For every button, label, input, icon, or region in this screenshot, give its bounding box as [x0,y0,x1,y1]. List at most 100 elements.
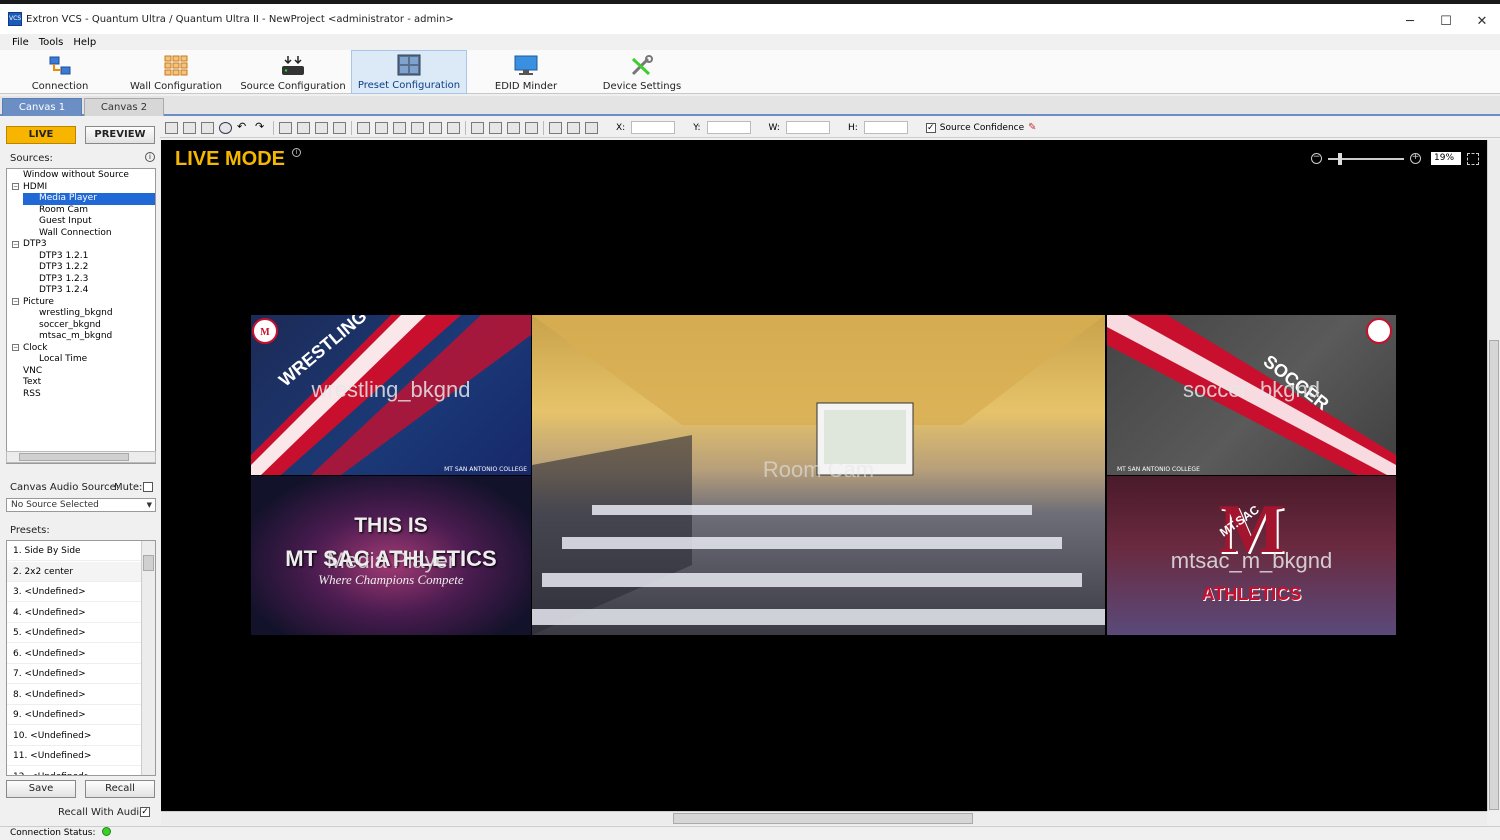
align-top-icon[interactable] [357,121,370,134]
menu-tools[interactable]: Tools [39,37,64,48]
align-center-icon[interactable] [429,121,442,134]
recall-button[interactable]: Recall [85,780,155,798]
audio-source-dropdown[interactable]: No Source Selected ▼ [6,498,156,512]
canvas-vertical-scrollbar[interactable] [1487,140,1500,811]
tree-item-wrestling-bkgnd[interactable]: wrestling_bkgnd [39,308,113,320]
preset-item-7[interactable]: 7. <Undefined> [7,664,141,684]
center-vertical-icon[interactable] [525,121,538,134]
preset-item-8[interactable]: 8. <Undefined> [7,685,141,705]
ribbon-edid-minder-button[interactable]: EDID Minder [484,50,568,94]
align-right-icon[interactable] [447,121,460,134]
tree-item-dtp3[interactable]: DTP3 [23,239,47,251]
tree-item-clock[interactable]: Clock [23,343,47,355]
tree-item-dtp3-1-2-4[interactable]: DTP3 1.2.4 [39,285,88,297]
window-soccer-bkgnd[interactable]: SOCCER MT SAN ANTONIO COLLEGE soccer_bkg… [1107,315,1396,475]
canvas-horizontal-scrollbar[interactable] [161,811,1487,825]
live-button[interactable]: LIVE [6,126,76,144]
tree-item-text[interactable]: Text [23,377,41,389]
preset-item-9[interactable]: 9. <Undefined> [7,705,141,725]
brush-icon[interactable]: ✎ [1028,122,1036,133]
tree-item-guest-input[interactable]: Guest Input [39,216,92,228]
minimize-icon[interactable]: ─ [1392,8,1428,34]
tree-item-room-cam[interactable]: Room Cam [39,205,88,217]
window-media-player[interactable]: THIS IS MT SAC ATHLETICS Where Champions… [251,476,531,635]
send-backward-icon[interactable] [315,121,328,134]
close-icon[interactable]: ✕ [1464,8,1500,34]
ribbon-source-configuration-button[interactable]: Source Configuration [238,50,348,94]
preset-item-3[interactable]: 3. <Undefined> [7,582,141,602]
tree-item-hdmi[interactable]: HDMI [23,182,47,194]
tree-collapse-clock-icon[interactable]: − [12,344,19,351]
live-mode-info-icon[interactable]: i [292,148,301,157]
zoom-level[interactable]: 19% [1431,152,1461,165]
canvas-horizontal-scroll-thumb[interactable] [673,813,973,824]
ribbon-wall-configuration-button[interactable]: Wall Configuration [128,50,224,94]
recall-with-audio-checkbox[interactable]: ✓ [140,807,150,817]
menu-file[interactable]: File [12,37,29,48]
zoom-slider[interactable] [1328,152,1404,165]
size-both-icon[interactable] [585,121,598,134]
bring-front-icon[interactable] [279,121,292,134]
tree-item-wall-connection[interactable]: Wall Connection [39,228,112,240]
tree-item-picture[interactable]: Picture [23,297,54,309]
tab-canvas-1[interactable]: Canvas 1 [2,98,82,116]
tree-item-dtp3-1-2-2[interactable]: DTP3 1.2.2 [39,262,88,274]
window-wrestling-bkgnd[interactable]: M WRESTLING MT SAN ANTONIO COLLEGE wrest… [251,315,531,475]
zoom-in-icon[interactable]: + [1410,153,1421,164]
tree-item-media-player[interactable]: Media Player [23,193,155,205]
source-confidence-checkbox[interactable]: ✓ [925,122,936,133]
sources-scroll-thumb[interactable] [19,453,129,461]
ribbon-connection-button[interactable]: Connection [20,50,100,94]
window-room-cam[interactable]: Room Cam [532,315,1105,635]
save-button[interactable]: Save [6,780,76,798]
info-icon[interactable] [219,121,232,134]
zoom-out-icon[interactable]: − [1311,153,1322,164]
menu-help[interactable]: Help [73,37,96,48]
preset-item-11[interactable]: 11. <Undefined> [7,746,141,766]
align-bottom-icon[interactable] [393,121,406,134]
tree-collapse-picture-icon[interactable]: − [12,298,19,305]
presets-scrollbar[interactable] [141,541,155,775]
fit-to-screen-icon[interactable] [1467,152,1479,165]
ribbon-device-settings-button[interactable]: Device Settings [598,50,686,94]
x-input[interactable] [631,121,676,134]
distribute-horizontal-icon[interactable] [471,121,484,134]
preset-item-4[interactable]: 4. <Undefined> [7,603,141,623]
grid-list-icon[interactable] [201,121,214,134]
preview-button[interactable]: PREVIEW [85,126,155,144]
tree-item-vnc[interactable]: VNC [23,366,42,378]
preset-item-5[interactable]: 5. <Undefined> [7,623,141,643]
maximize-icon[interactable]: ☐ [1428,8,1464,34]
zoom-slider-thumb[interactable] [1338,152,1342,165]
grid-dense-icon[interactable] [183,121,196,134]
tree-item-window-without-source[interactable]: Window without Source [23,170,129,182]
tree-item-local-time[interactable]: Local Time [39,354,87,366]
canvas-vertical-scroll-thumb[interactable] [1489,340,1499,810]
presets-scroll-thumb[interactable] [143,555,154,571]
preset-item-10[interactable]: 10. <Undefined> [7,726,141,746]
live-canvas[interactable]: LIVE MODE i − + 19% M WRESTLING MT SAN A… [161,140,1487,811]
undo-icon[interactable]: ↶ [237,121,250,134]
center-horizontal-icon[interactable] [507,121,520,134]
ribbon-preset-configuration-button[interactable]: Preset Configuration [351,50,467,94]
align-middle-icon[interactable] [375,121,388,134]
sources-horizontal-scrollbar[interactable] [6,451,156,463]
preset-item-12[interactable]: 12. <Undefined> [7,767,141,776]
y-input[interactable] [706,121,751,134]
tree-collapse-dtp3-icon[interactable]: − [12,240,19,248]
sources-info-icon[interactable]: i [145,152,155,162]
w-input[interactable] [785,121,830,134]
bring-forward-icon[interactable] [297,121,310,134]
distribute-vertical-icon[interactable] [489,121,502,134]
tree-item-soccer-bkgnd[interactable]: soccer_bkgnd [39,320,101,332]
h-input[interactable] [863,121,908,134]
preset-item-1[interactable]: 1. Side By Side [7,541,141,561]
preset-item-2[interactable]: 2. 2x2 center [7,561,141,582]
window-mtsac-m-bkgnd[interactable]: M MT.SAC ATHLETICS mtsac_m_bkgnd [1107,476,1396,635]
size-height-icon[interactable] [567,121,580,134]
send-back-icon[interactable] [333,121,346,134]
align-left-icon[interactable] [411,121,424,134]
tree-collapse-hdmi-icon[interactable]: − [12,183,19,190]
tree-item-dtp3-1-2-3[interactable]: DTP3 1.2.3 [39,274,88,286]
tree-item-dtp3-1-2-1[interactable]: DTP3 1.2.1 [39,251,88,263]
